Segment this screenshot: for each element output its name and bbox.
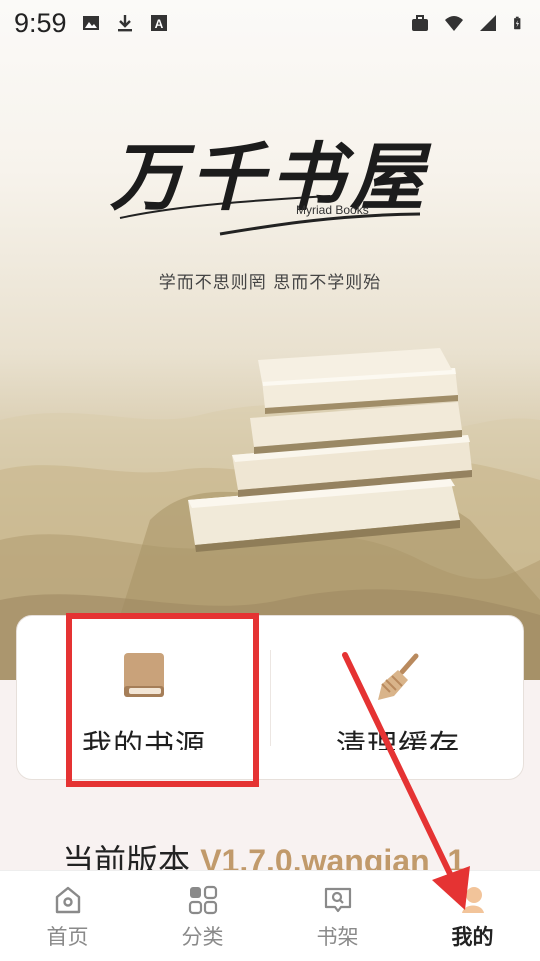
- app-motto: 学而不思则罔 思而不学则殆: [158, 273, 382, 293]
- nav-label-profile: 我的: [451, 925, 494, 949]
- wifi-icon: [445, 16, 463, 31]
- hero-banner: 万千书屋 Myriad Books 学而不思则罔 思而不学则殆: [0, 0, 540, 680]
- profile-icon: [461, 887, 484, 913]
- highlight-annotation: [66, 613, 259, 787]
- app-logo-subtitle: Myriad Books: [296, 203, 369, 217]
- category-icon: [188, 885, 217, 915]
- version-number: V1.7.0.wangian_1: [200, 843, 466, 870]
- app-logo-title: 万千书屋: [110, 135, 430, 221]
- text-a-icon: A: [150, 15, 167, 31]
- nav-label-bookshelf: 书架: [316, 925, 359, 949]
- version-label: 当前版本: [62, 842, 191, 870]
- nav-label-home: 首页: [46, 925, 89, 949]
- bottom-navigation: 首页 分类 书架 我的: [0, 870, 540, 961]
- image-icon: [82, 16, 99, 30]
- hero-illustration: [0, 195, 540, 680]
- bookshelf-icon: [324, 887, 351, 913]
- nav-item-bookshelf[interactable]: 书架: [270, 871, 405, 961]
- nav-item-category[interactable]: 分类: [135, 871, 270, 961]
- status-time: 9:59: [14, 7, 67, 38]
- nav-item-profile[interactable]: 我的: [405, 871, 540, 961]
- signal-icon: [480, 15, 496, 31]
- clear-cache-label: 清理缓存: [336, 729, 460, 750]
- clear-cache-button[interactable]: 清理缓存: [271, 616, 525, 781]
- nav-label-category: 分类: [181, 925, 224, 949]
- broom-icon: [378, 653, 419, 700]
- nav-item-home[interactable]: 首页: [0, 871, 135, 961]
- battery-icon: [514, 16, 521, 30]
- svg-text:A: A: [154, 17, 163, 31]
- home-icon: [55, 886, 80, 914]
- version-info: 当前版本 V1.7.0.wangian_1: [62, 836, 465, 870]
- status-bar: 9:59 A: [0, 0, 540, 46]
- briefcase-icon: [412, 15, 428, 31]
- download-icon: [117, 15, 132, 32]
